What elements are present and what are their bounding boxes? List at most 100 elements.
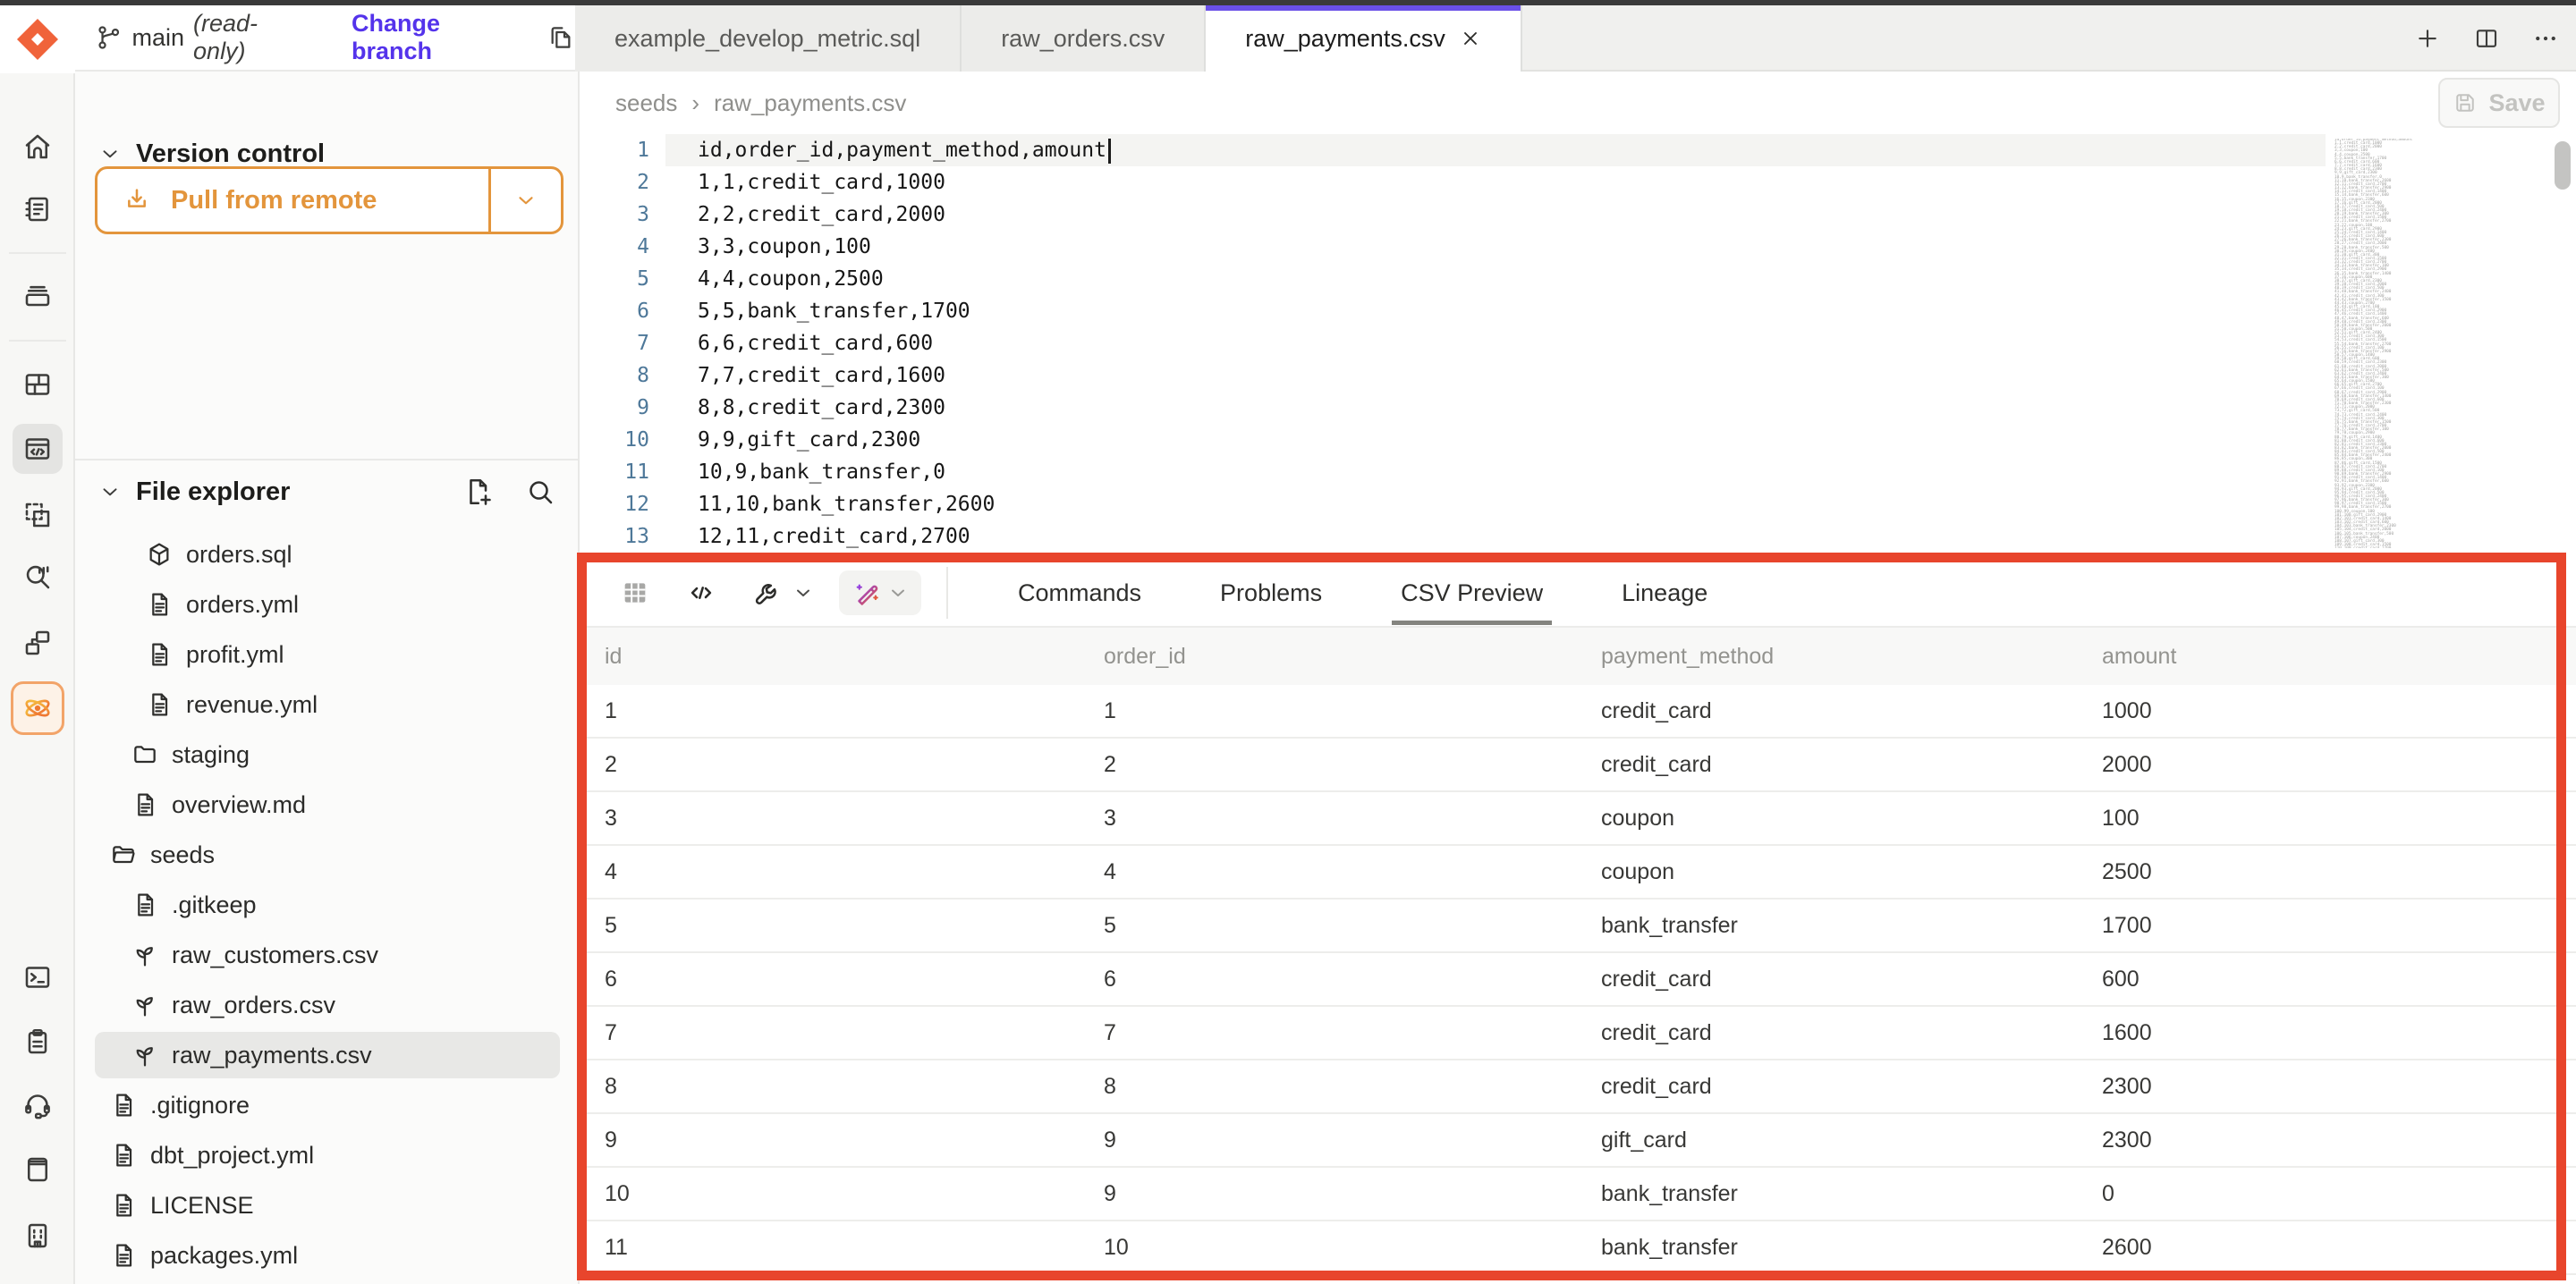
- activity-search-insights-icon[interactable]: [13, 552, 63, 602]
- save-button[interactable]: Save: [2438, 78, 2560, 128]
- file-item-staging[interactable]: staging: [75, 730, 578, 780]
- file-item-raw_customers.csv[interactable]: raw_customers.csv: [75, 930, 578, 980]
- file-item-raw_payments.csv[interactable]: raw_payments.csv: [75, 1030, 578, 1080]
- new-file-icon[interactable]: [462, 476, 494, 508]
- breadcrumb-file: raw_payments.csv: [714, 89, 906, 117]
- file-item-raw_orders.csv[interactable]: raw_orders.csv: [75, 980, 578, 1030]
- code-line-11[interactable]: 1110,9,bank_transfer,0: [580, 456, 2576, 488]
- code-line-8[interactable]: 87,7,credit_card,1600: [580, 359, 2576, 392]
- table-cell: 5: [1104, 913, 1601, 939]
- code-line-3[interactable]: 32,2,credit_card,2000: [580, 199, 2576, 231]
- file-item-LICENSE[interactable]: LICENSE: [75, 1180, 578, 1230]
- line-number: 1: [580, 134, 649, 166]
- split-editor-icon[interactable]: [2469, 21, 2504, 56]
- panel-tab-Lineage[interactable]: Lineage: [1582, 563, 1747, 622]
- file-item-seeds[interactable]: seeds: [75, 830, 578, 880]
- activity-dashboard-icon[interactable]: [13, 359, 63, 410]
- file-item-orders.yml[interactable]: orders.yml: [75, 579, 578, 629]
- code-editor[interactable]: 1id,order_id,payment_method,amount21,1,c…: [580, 134, 2576, 555]
- code-line-6[interactable]: 65,5,bank_transfer,1700: [580, 295, 2576, 327]
- table-cell: 2: [605, 752, 1104, 778]
- table-cell: bank_transfer: [1601, 1181, 2102, 1207]
- file-item-orders.sql[interactable]: orders.sql: [75, 529, 578, 579]
- file-item-profit.yml[interactable]: profit.yml: [75, 629, 578, 680]
- code-line-12[interactable]: 1211,10,bank_transfer,2600: [580, 488, 2576, 520]
- chevron-down-icon: [792, 582, 814, 604]
- line-text: 2,2,credit_card,2000: [698, 199, 945, 231]
- file-explorer-header[interactable]: File explorer: [75, 460, 578, 524]
- seed-icon: [131, 941, 159, 969]
- pull-dropdown-chevron-icon[interactable]: [514, 189, 538, 212]
- table-cell: 2300: [2102, 1128, 2576, 1153]
- code-line-13[interactable]: 1312,11,credit_card,2700: [580, 520, 2576, 553]
- change-branch-link[interactable]: Change branch: [352, 10, 514, 65]
- panel-tab-Problems[interactable]: Problems: [1181, 563, 1361, 622]
- result-table-icon[interactable]: [615, 573, 655, 612]
- csv-preview-table: idorder_idpayment_methodamount 11credit_…: [580, 628, 2576, 1275]
- line-text: 10,9,bank_transfer,0: [698, 456, 945, 488]
- file-item-packages.yml[interactable]: packages.yml: [75, 1230, 578, 1280]
- line-text: 12,11,credit_card,2700: [698, 520, 970, 553]
- activity-journal-icon[interactable]: [13, 184, 63, 234]
- activity-frame-select-icon[interactable]: [13, 490, 63, 540]
- compiled-code-icon[interactable]: [682, 573, 721, 612]
- activity-terminal-icon[interactable]: [13, 952, 63, 1002]
- code-line-7[interactable]: 76,6,credit_card,600: [580, 327, 2576, 359]
- activity-dbt-assist-icon[interactable]: [11, 681, 64, 735]
- dbt-assist-fix-button[interactable]: [839, 570, 921, 615]
- code-line-2[interactable]: 21,1,credit_card,1000: [580, 166, 2576, 199]
- editor-tab-raw_payments.csv[interactable]: raw_payments.csv: [1206, 5, 1522, 72]
- toolbar-divider: [946, 567, 948, 619]
- column-header-order_id: order_id: [1104, 644, 1601, 670]
- line-text: 3,3,coupon,100: [698, 231, 871, 263]
- activity-organization-icon[interactable]: [13, 1211, 63, 1261]
- code-line-9[interactable]: 98,8,credit_card,2300: [580, 392, 2576, 424]
- code-line-10[interactable]: 109,9,gift_card,2300: [580, 424, 2576, 456]
- text-caret: [1108, 139, 1111, 164]
- tab-bar-actions: [2410, 5, 2563, 72]
- code-line-4[interactable]: 43,3,coupon,100: [580, 231, 2576, 263]
- panel-tab-Commands[interactable]: Commands: [979, 563, 1181, 622]
- branch-mode: (read-only): [193, 10, 301, 65]
- activity-windows-icon[interactable]: [13, 618, 63, 668]
- editor-tab-example_develop_metric.sql[interactable]: example_develop_metric.sql: [575, 5, 962, 72]
- seed-icon: [131, 1041, 159, 1069]
- table-cell: 7: [605, 1020, 1104, 1046]
- pull-from-remote-button[interactable]: Pull from remote: [95, 166, 564, 234]
- table-row: 99gift_card2300: [580, 1114, 2576, 1168]
- tab-label: raw_orders.csv: [1001, 25, 1165, 53]
- file-item-.gitignore[interactable]: .gitignore: [75, 1080, 578, 1130]
- table-cell: 8: [605, 1074, 1104, 1100]
- new-tab-icon[interactable]: [2410, 21, 2445, 56]
- file-item-dbt_project.yml[interactable]: dbt_project.yml: [75, 1130, 578, 1180]
- copy-branch-icon[interactable]: [547, 23, 575, 52]
- editor-scrollbar-thumb[interactable]: [2555, 141, 2571, 190]
- line-text: 1,1,credit_card,1000: [698, 166, 945, 199]
- save-button-label: Save: [2488, 89, 2545, 117]
- table-cell: 6: [1104, 967, 1601, 993]
- wrench-icon[interactable]: [748, 573, 787, 612]
- search-icon[interactable]: [524, 476, 556, 508]
- file-item-revenue.yml[interactable]: revenue.yml: [75, 680, 578, 730]
- activity-clipboard-icon[interactable]: [13, 1017, 63, 1067]
- file-name: revenue.yml: [186, 691, 318, 719]
- activity-code-editor-icon[interactable]: [13, 424, 63, 474]
- document-icon: [109, 1191, 138, 1220]
- code-line-5[interactable]: 54,4,coupon,2500: [580, 263, 2576, 295]
- file-item-.gitkeep[interactable]: .gitkeep: [75, 880, 578, 930]
- build-tools-group[interactable]: [748, 573, 814, 612]
- activity-headset-icon[interactable]: [13, 1080, 63, 1130]
- panel-tab-CSV Preview[interactable]: CSV Preview: [1361, 563, 1582, 622]
- editor-tab-raw_orders.csv[interactable]: raw_orders.csv: [962, 5, 1206, 72]
- minimap[interactable]: id,order_id,payment_method,amount1,1,cre…: [2334, 139, 2415, 548]
- activity-archive-icon[interactable]: [13, 272, 63, 322]
- code-line-1[interactable]: 1id,order_id,payment_method,amount: [580, 134, 2576, 166]
- activity-docs-book-icon[interactable]: [13, 1145, 63, 1195]
- table-cell: 10: [1104, 1235, 1601, 1261]
- dbt-logo[interactable]: [0, 5, 75, 73]
- close-tab-icon[interactable]: [1460, 28, 1481, 49]
- file-item-overview.md[interactable]: overview.md: [75, 780, 578, 830]
- activity-home-icon[interactable]: [13, 122, 63, 172]
- more-options-icon[interactable]: [2528, 21, 2563, 56]
- file-name: staging: [172, 741, 250, 769]
